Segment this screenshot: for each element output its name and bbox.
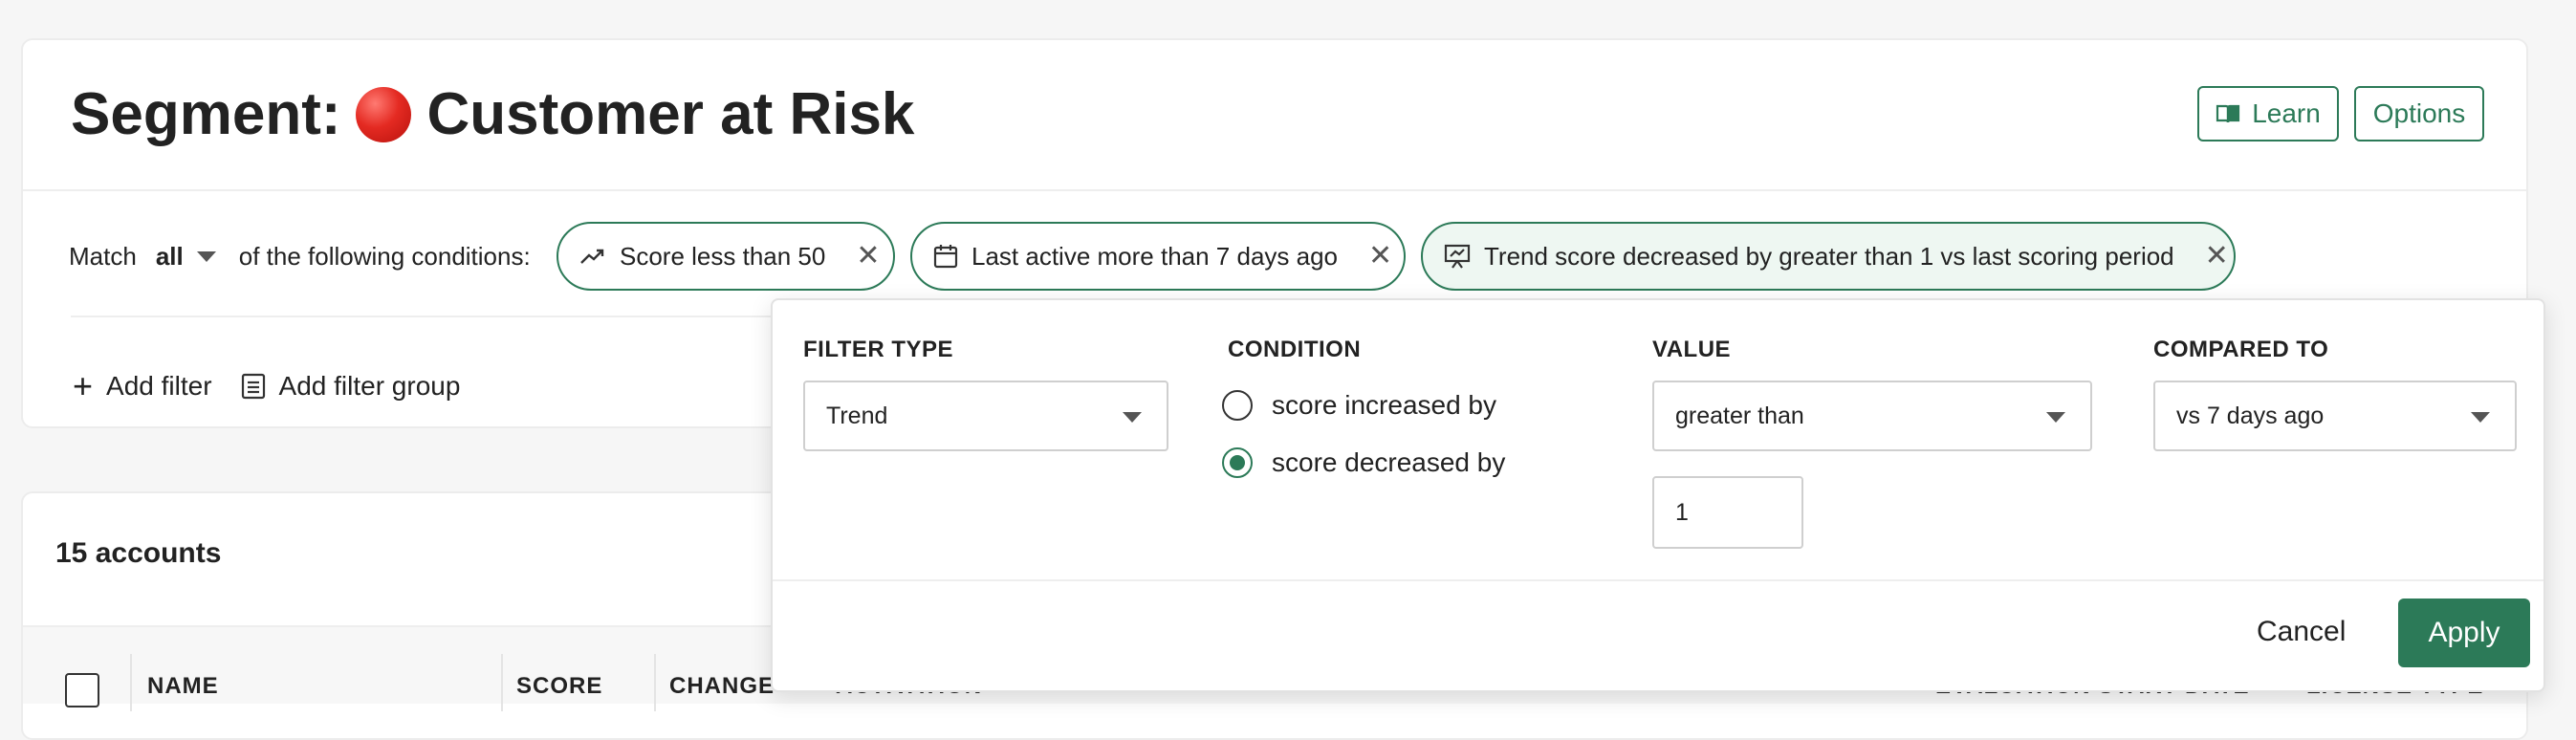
filter-type-select[interactable]: Trend bbox=[803, 381, 1168, 451]
trend-up-icon bbox=[579, 247, 606, 266]
match-value: all bbox=[155, 241, 184, 271]
column-header-score[interactable]: SCORE bbox=[516, 673, 602, 700]
options-button[interactable]: Options bbox=[2354, 86, 2484, 141]
close-icon[interactable]: ✕ bbox=[2205, 242, 2229, 271]
filter-pill-score[interactable]: Score less than 50 ✕ bbox=[557, 222, 895, 291]
add-filter-row: + Add filter Add filter group bbox=[73, 369, 460, 403]
filter-popover: FILTER TYPE Trend CONDITION score increa… bbox=[771, 298, 2545, 692]
radio-button-selected[interactable] bbox=[1222, 447, 1253, 478]
close-icon[interactable]: ✕ bbox=[1368, 242, 1392, 271]
filter-type-label: FILTER TYPE bbox=[803, 337, 954, 362]
presentation-chart-icon bbox=[1444, 244, 1471, 269]
column-divider bbox=[654, 654, 656, 711]
segment-header: Segment: Customer at Risk Learn Options bbox=[23, 40, 2526, 191]
accounts-count: 15 accounts bbox=[55, 537, 222, 569]
chevron-down-icon bbox=[2471, 412, 2490, 423]
radio-button[interactable] bbox=[1222, 390, 1253, 421]
apply-button[interactable]: Apply bbox=[2398, 599, 2530, 667]
value-amount: 1 bbox=[1675, 498, 1689, 526]
value-amount-input[interactable]: 1 bbox=[1652, 476, 1803, 549]
add-filter-group-button[interactable]: Add filter group bbox=[241, 371, 461, 402]
cancel-button[interactable]: Cancel bbox=[2257, 616, 2346, 648]
radio-label: score increased by bbox=[1272, 390, 1497, 420]
chevron-down-icon bbox=[2046, 412, 2065, 423]
compared-to-select[interactable]: vs 7 days ago bbox=[2153, 381, 2517, 451]
value-operator: greater than bbox=[1675, 402, 1804, 429]
add-filter-button[interactable]: + Add filter bbox=[73, 369, 212, 403]
red-circle-icon bbox=[356, 86, 412, 142]
filter-pill-label: Trend score decreased by greater than 1 … bbox=[1484, 241, 2174, 271]
close-icon[interactable]: ✕ bbox=[856, 242, 880, 271]
radio-score-increased[interactable]: score increased by bbox=[1222, 390, 1496, 421]
plus-icon: + bbox=[73, 366, 94, 405]
options-label: Options bbox=[2372, 98, 2466, 128]
compared-to-label: COMPARED TO bbox=[2153, 337, 2329, 362]
popover-divider bbox=[773, 579, 2543, 581]
match-row: Match all of the following conditions: bbox=[69, 222, 531, 291]
select-all-checkbox[interactable] bbox=[65, 673, 99, 707]
chevron-down-icon bbox=[1123, 412, 1142, 423]
match-select[interactable]: all bbox=[156, 242, 216, 272]
learn-label: Learn bbox=[2252, 98, 2321, 128]
learn-button[interactable]: Learn bbox=[2197, 86, 2339, 141]
add-filter-label: Add filter bbox=[106, 371, 212, 401]
column-divider bbox=[130, 654, 132, 711]
following-label: of the following conditions: bbox=[238, 241, 531, 271]
column-header-name[interactable]: NAME bbox=[147, 673, 219, 700]
value-operator-select[interactable]: greater than bbox=[1652, 381, 2092, 451]
add-filter-group-label: Add filter group bbox=[278, 371, 461, 401]
page-title: Segment: Customer at Risk bbox=[71, 80, 914, 148]
radio-label: score decreased by bbox=[1272, 447, 1506, 477]
filter-pill-last-active[interactable]: Last active more than 7 days ago ✕ bbox=[910, 222, 1406, 291]
book-icon bbox=[2216, 103, 2240, 124]
condition-label: CONDITION bbox=[1228, 337, 1362, 362]
calendar-icon bbox=[933, 244, 958, 269]
filter-pill-label: Last active more than 7 days ago bbox=[971, 241, 1339, 271]
compared-to-value: vs 7 days ago bbox=[2176, 402, 2325, 429]
title-prefix: Segment: bbox=[71, 81, 341, 147]
segment-name: Customer at Risk bbox=[426, 81, 915, 147]
match-label: Match bbox=[69, 241, 137, 271]
column-divider bbox=[501, 654, 503, 711]
filter-group-icon bbox=[241, 373, 266, 400]
filter-pill-label: Score less than 50 bbox=[620, 241, 826, 271]
value-label: VALUE bbox=[1652, 337, 1732, 362]
chevron-down-icon bbox=[196, 250, 216, 262]
radio-score-decreased[interactable]: score decreased by bbox=[1222, 447, 1505, 478]
filter-pill-trend[interactable]: Trend score decreased by greater than 1 … bbox=[1421, 222, 2236, 291]
filter-type-value: Trend bbox=[826, 402, 888, 429]
column-header-change[interactable]: CHANGE bbox=[669, 673, 775, 700]
